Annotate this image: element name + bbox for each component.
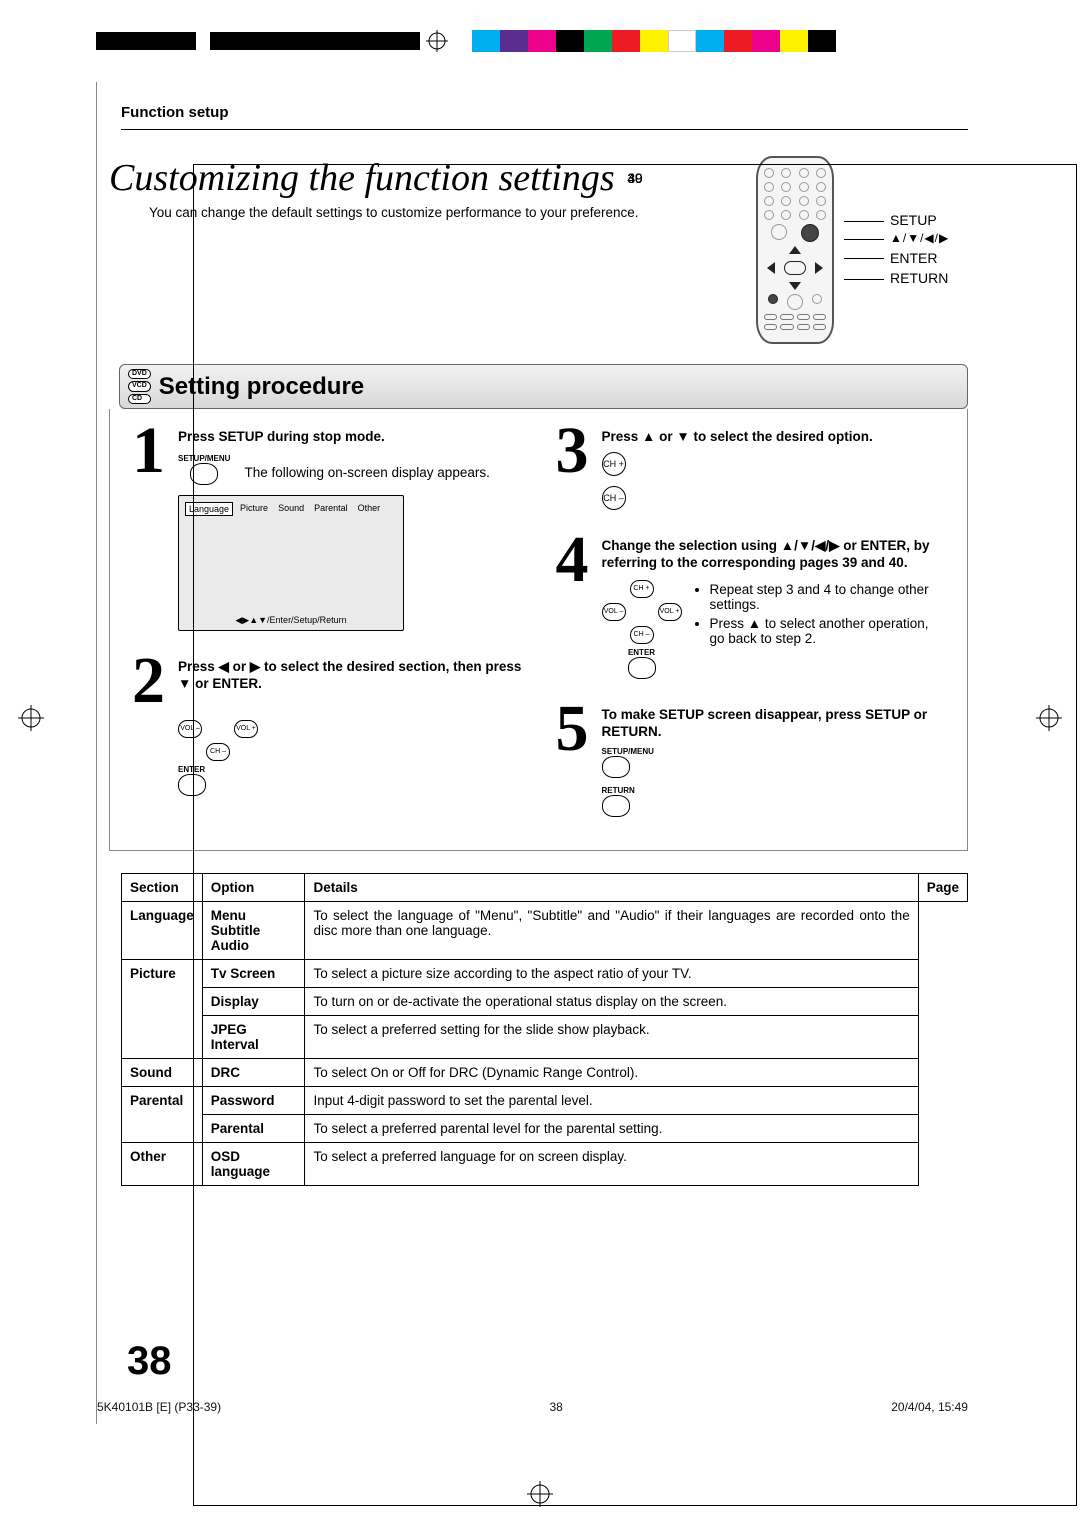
cell-section: Sound <box>122 1058 203 1086</box>
page-number: 38 <box>127 1339 172 1384</box>
page-content: Function setup Customizing the function … <box>96 82 980 1424</box>
section-label: Function setup <box>97 82 980 129</box>
badge-dvd: DVD <box>128 369 151 379</box>
footer-right: 20/4/04, 15:49 <box>891 1400 968 1414</box>
print-footer: 5K40101B [E] (P33-39) 38 20/4/04, 15:49 <box>97 1400 980 1414</box>
col-section: Section <box>122 873 203 901</box>
cell-section: Picture <box>122 959 203 1058</box>
step-number: 2 <box>132 657 178 796</box>
registration-mark-icon <box>426 30 448 52</box>
disc-type-badges: DVD VCD CD <box>128 369 151 404</box>
footer-left: 5K40101B [E] (P33-39) <box>97 1400 221 1414</box>
cell-section: Language <box>122 901 203 959</box>
black-bar <box>96 32 196 50</box>
step-number: 1 <box>132 427 178 631</box>
cell-section: Parental <box>122 1086 203 1142</box>
color-calibration-bar <box>472 30 836 52</box>
cell-page: 40 <box>193 164 1077 1506</box>
badge-cd: CD <box>128 394 151 404</box>
registration-row <box>0 28 1080 54</box>
cell-section: Other <box>122 1142 203 1185</box>
table-row: OtherOSD languageTo select a preferred l… <box>122 1142 968 1185</box>
footer-center: 38 <box>549 1400 562 1414</box>
black-bar <box>210 32 420 50</box>
settings-table: Section Option Details Page LanguageMenu… <box>121 873 968 1186</box>
registration-mark-icon <box>18 705 44 736</box>
badge-vcd: VCD <box>128 381 151 391</box>
